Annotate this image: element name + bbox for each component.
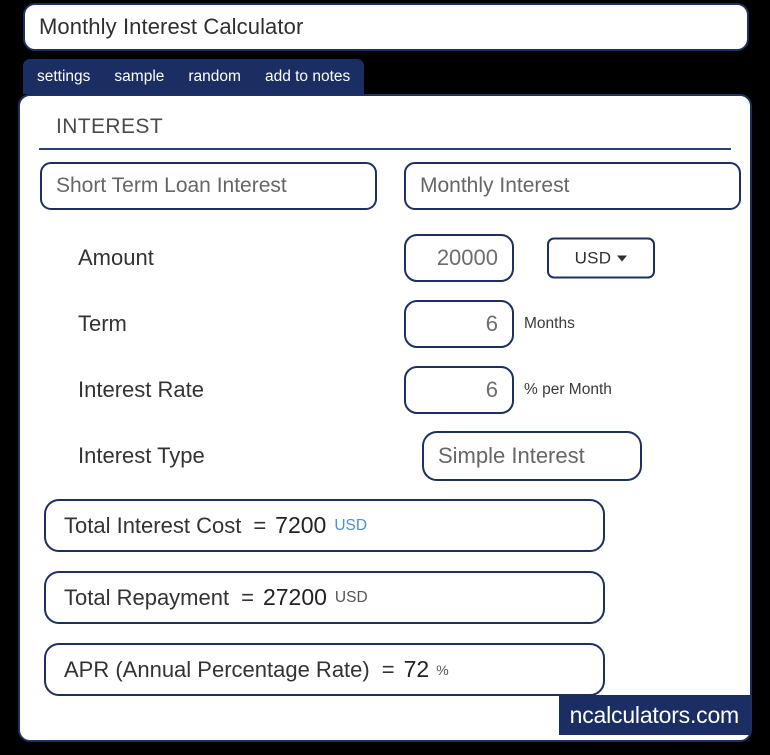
interest-rate-label: Interest Rate: [78, 377, 204, 402]
result-unit: %: [436, 661, 449, 678]
result-value: 7200: [275, 512, 327, 538]
tab-add-to-notes[interactable]: add to notes: [265, 68, 350, 86]
amount-value: 20000: [436, 245, 498, 270]
page-title: Monthly Interest Calculator: [39, 14, 304, 39]
result-value: 72: [403, 656, 430, 682]
interest-rate-input[interactable]: 6: [404, 366, 514, 414]
brand-badge-label: ncalculators.com: [569, 701, 740, 728]
calculator-app: Monthly Interest Calculator settings sam…: [0, 0, 770, 755]
result-label: Total Repayment: [64, 584, 230, 610]
term-input[interactable]: 6: [404, 300, 514, 348]
calculator-card: INTEREST Short Term Loan Interest Monthl…: [18, 94, 752, 742]
interest-rate-value: 6: [485, 377, 498, 402]
amount-input[interactable]: 20000: [404, 234, 514, 282]
category-primary-label: Short Term Loan Interest: [56, 174, 287, 197]
category-secondary-select[interactable]: Monthly Interest: [404, 162, 741, 210]
brand-badge[interactable]: ncalculators.com: [558, 695, 750, 735]
result-label: Total Interest Cost: [64, 512, 242, 538]
result-unit: USD: [334, 588, 368, 606]
result-apr: APR (Annual Percentage Rate) = 72 %: [44, 643, 605, 696]
amount-label: Amount: [78, 245, 154, 270]
category-secondary-label: Monthly Interest: [420, 174, 570, 197]
term-unit: Months: [524, 315, 575, 332]
interest-rate-unit: % per Month: [524, 381, 612, 398]
row-term: Term 6 Months: [20, 296, 750, 352]
result-equals: =: [253, 512, 267, 538]
result-equals: =: [381, 656, 395, 682]
result-total-repayment: Total Repayment = 27200 USD: [44, 571, 605, 624]
interest-type-select[interactable]: Simple Interest: [422, 431, 642, 481]
section-header: INTEREST: [39, 106, 731, 150]
tab-settings[interactable]: settings: [37, 68, 90, 86]
result-unit[interactable]: USD: [334, 517, 367, 535]
category-row: Short Term Loan Interest Monthly Interes…: [20, 162, 750, 212]
term-value: 6: [485, 311, 498, 336]
currency-select[interactable]: USD: [547, 237, 655, 279]
section-header-label: INTEREST: [56, 115, 164, 138]
result-label: APR (Annual Percentage Rate): [64, 656, 370, 682]
tab-random[interactable]: random: [188, 68, 241, 86]
chevron-down-icon: [617, 255, 628, 261]
row-interest-rate: Interest Rate 6 % per Month: [20, 362, 750, 418]
tab-bar: settings sample random add to notes: [23, 59, 365, 94]
interest-type-value: Simple Interest: [438, 443, 585, 468]
row-interest-type: Interest Type Simple Interest: [20, 428, 750, 484]
result-equals: =: [241, 584, 254, 610]
term-label: Term: [78, 311, 127, 336]
category-primary-select[interactable]: Short Term Loan Interest: [40, 162, 377, 210]
result-total-interest-cost: Total Interest Cost = 7200 USD: [44, 499, 605, 552]
window-title-bar: Monthly Interest Calculator: [23, 3, 749, 51]
tab-sample[interactable]: sample: [114, 68, 164, 86]
interest-type-label: Interest Type: [78, 443, 205, 468]
result-value: 27200: [262, 584, 327, 610]
currency-label: USD: [574, 248, 612, 267]
row-amount: Amount 20000 USD: [20, 230, 750, 286]
